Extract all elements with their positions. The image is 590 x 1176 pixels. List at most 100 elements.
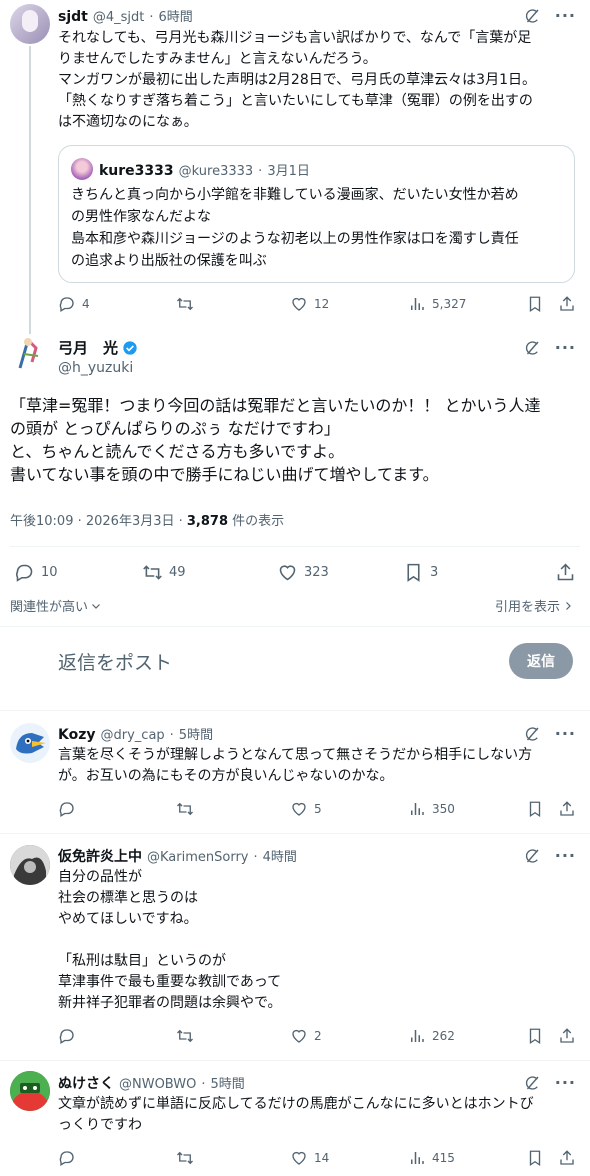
bookmark-icon[interactable]: [526, 295, 544, 313]
reply-icon: [58, 1027, 76, 1045]
more-icon[interactable]: ···: [555, 1073, 576, 1092]
retweet-icon: [142, 562, 163, 583]
reply-text: 自分の品性が 社会の標準と思うのは やめてほしいですね。 「私刑は駄目」というの…: [58, 869, 282, 1011]
grok-icon[interactable]: [523, 847, 541, 865]
sort-dropdown[interactable]: 関連性が高い: [10, 596, 102, 615]
reply-icon: [58, 1149, 76, 1167]
views-icon: [408, 295, 426, 313]
post-time[interactable]: 5時間: [179, 724, 213, 743]
bookmark-button[interactable]: 3: [403, 562, 523, 583]
share-icon[interactable]: [558, 1027, 576, 1045]
like-button[interactable]: 323: [277, 562, 403, 583]
avatar[interactable]: [10, 723, 50, 763]
bookmark-icon[interactable]: [526, 1149, 544, 1167]
views-button[interactable]: 5,327: [408, 295, 526, 313]
main-action-bar: 10 49 323 3: [14, 560, 576, 584]
retweet-icon: [176, 1149, 194, 1167]
action-bar: 4 12 5,327: [58, 293, 576, 315]
views-button[interactable]: 262: [408, 1027, 526, 1045]
verified-icon: [123, 340, 137, 355]
reply-submit-button[interactable]: 返信: [509, 643, 573, 679]
bookmark-icon[interactable]: [526, 800, 544, 818]
author-name[interactable]: 弓月 光: [58, 337, 118, 358]
author-handle[interactable]: @h_yuzuki: [58, 360, 133, 376]
reply-text: 文章が読めずに単語に反応してるだけの馬鹿がこんなにに多いとはホントび っくりです…: [58, 1096, 534, 1133]
author-name[interactable]: ぬけさく: [58, 1073, 114, 1093]
heart-icon: [277, 562, 298, 583]
retweet-button[interactable]: 49: [142, 562, 277, 583]
grok-icon[interactable]: [523, 7, 541, 25]
avatar[interactable]: [10, 1071, 50, 1111]
main-tweet-text: 「草津=冤罪！つまり今回の話は冤罪だと言いたいのか！！ とかいう人達 の頭が と…: [10, 396, 541, 484]
post-time[interactable]: 6時間: [159, 6, 193, 25]
quote-text: きちんと真っ向から小学館を非難している漫画家、だいたい女性か若め の男性作家なん…: [71, 187, 519, 269]
reply-text: 言葉を尽くそうが理解しようとなんて思って無さそうだから相手にしない方 が。お互い…: [58, 747, 533, 784]
like-button[interactable]: 2: [290, 1027, 408, 1045]
share-icon[interactable]: [558, 295, 576, 313]
thread-line: [29, 46, 31, 336]
share-button[interactable]: [555, 562, 576, 583]
author-name[interactable]: Kozy: [58, 727, 96, 743]
views-button[interactable]: 415: [408, 1149, 526, 1167]
bookmark-icon: [403, 562, 424, 583]
views-count: 3,878: [186, 514, 229, 529]
action-bar: 14 415: [58, 1147, 576, 1169]
avatar[interactable]: [10, 845, 50, 885]
views-icon: [408, 800, 426, 818]
reply-button[interactable]: 10: [14, 562, 142, 583]
like-button[interactable]: 12: [290, 295, 408, 313]
more-icon[interactable]: ···: [555, 846, 576, 865]
avatar: [71, 158, 93, 180]
retweet-icon: [176, 800, 194, 818]
retweet-button[interactable]: [176, 800, 290, 818]
views-icon: [408, 1027, 426, 1045]
author-handle[interactable]: @dry_cap: [101, 728, 165, 743]
reply-button[interactable]: [58, 800, 176, 818]
grok-icon[interactable]: [523, 339, 541, 357]
author-handle[interactable]: @4_sjdt: [93, 10, 145, 25]
retweet-button[interactable]: [176, 295, 290, 313]
reply-input[interactable]: 返信をポスト: [58, 648, 172, 675]
author-name[interactable]: 仮免許炎上中: [58, 846, 142, 866]
retweet-button[interactable]: [176, 1027, 290, 1045]
reply-button[interactable]: [58, 1027, 176, 1045]
share-icon: [555, 562, 576, 583]
share-icon[interactable]: [558, 1149, 576, 1167]
share-icon[interactable]: [558, 800, 576, 818]
view-quotes-link[interactable]: 引用を表示: [495, 596, 574, 615]
author-handle[interactable]: @NWOBWO: [119, 1077, 196, 1092]
reply-icon: [58, 800, 76, 818]
heart-icon: [290, 1027, 308, 1045]
grok-icon[interactable]: [523, 1074, 541, 1092]
heart-icon: [290, 800, 308, 818]
author-handle[interactable]: @KarimenSorry: [147, 850, 248, 865]
reply-button[interactable]: [58, 1149, 176, 1167]
more-icon[interactable]: ···: [555, 338, 576, 357]
reply-icon: [14, 562, 35, 583]
author-name[interactable]: sjdt: [58, 9, 88, 25]
quote-author-name: kure3333: [99, 163, 174, 179]
like-button[interactable]: 14: [290, 1149, 408, 1167]
heart-icon: [290, 1149, 308, 1167]
chevron-right-icon: [566, 601, 571, 610]
quote-author-handle: @kure3333: [178, 164, 254, 179]
more-icon[interactable]: ···: [555, 724, 576, 743]
views-button[interactable]: 350: [408, 800, 526, 818]
reply-button[interactable]: 4: [58, 295, 176, 313]
retweet-icon: [176, 1027, 194, 1045]
avatar[interactable]: [10, 334, 50, 374]
post-time[interactable]: 4時間: [263, 846, 297, 865]
more-icon[interactable]: ···: [555, 6, 576, 25]
like-button[interactable]: 5: [290, 800, 408, 818]
retweet-button[interactable]: [176, 1149, 290, 1167]
retweet-icon: [176, 295, 194, 313]
quote-time: 3月1日: [267, 164, 310, 179]
grok-icon[interactable]: [523, 725, 541, 743]
bookmark-icon[interactable]: [526, 1027, 544, 1045]
quoted-tweet[interactable]: kure3333 @kure3333 · 3月1日 きちんと真っ向から小学館を非…: [58, 145, 575, 283]
post-timestamp[interactable]: 午後10:09 · 2026年3月3日 ·: [10, 514, 187, 529]
post-time[interactable]: 5時間: [211, 1073, 245, 1092]
avatar[interactable]: [10, 4, 50, 44]
action-bar: 5 350: [58, 798, 576, 820]
post-meta: 午後10:09 · 2026年3月3日 · 3,878 件の表示: [10, 510, 284, 529]
